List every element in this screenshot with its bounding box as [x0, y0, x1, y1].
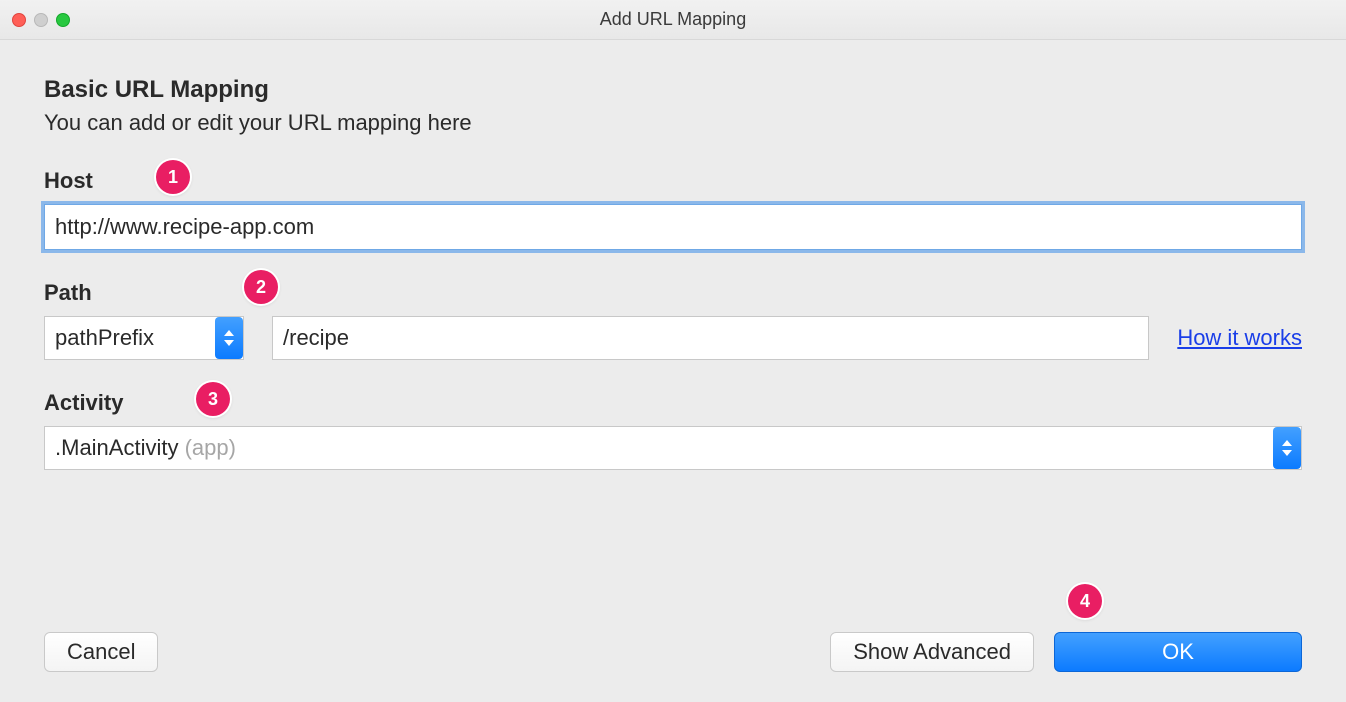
activity-hint: (app) [185, 435, 236, 461]
minimize-window-icon [34, 13, 48, 27]
window-title: Add URL Mapping [0, 9, 1346, 30]
host-input[interactable] [44, 204, 1302, 250]
host-label: Host [44, 168, 93, 194]
callout-4: 4 [1068, 584, 1102, 618]
dialog-content: Basic URL Mapping You can add or edit yo… [0, 40, 1346, 702]
show-advanced-button[interactable]: Show Advanced [830, 632, 1034, 672]
section-title: Basic URL Mapping [44, 76, 1302, 104]
chevron-updown-icon [215, 317, 243, 359]
how-it-works-link[interactable]: How it works [1177, 325, 1302, 351]
activity-field-group: Activity 3 .MainActivity (app) [44, 390, 1302, 470]
activity-label: Activity [44, 390, 123, 416]
activity-select[interactable]: .MainActivity (app) [44, 426, 1302, 470]
ok-button[interactable]: OK [1054, 632, 1302, 672]
titlebar: Add URL Mapping [0, 0, 1346, 40]
close-window-icon[interactable] [12, 13, 26, 27]
callout-3: 3 [196, 382, 230, 416]
host-field-group: Host 1 [44, 168, 1302, 250]
chevron-updown-icon [1273, 427, 1301, 469]
path-input[interactable] [272, 316, 1149, 360]
path-prefix-select[interactable]: pathPrefix [44, 316, 244, 360]
cancel-button[interactable]: Cancel [44, 632, 158, 672]
traffic-lights [12, 13, 70, 27]
path-prefix-value: pathPrefix [55, 325, 154, 351]
dialog-footer: Cancel Show Advanced 4 OK [44, 632, 1302, 702]
activity-value: .MainActivity [55, 435, 178, 461]
path-field-group: Path 2 pathPrefix How it works [44, 280, 1302, 360]
zoom-window-icon[interactable] [56, 13, 70, 27]
callout-1: 1 [156, 160, 190, 194]
section-subtitle: You can add or edit your URL mapping her… [44, 110, 1302, 136]
callout-2: 2 [244, 270, 278, 304]
path-label: Path [44, 280, 92, 306]
